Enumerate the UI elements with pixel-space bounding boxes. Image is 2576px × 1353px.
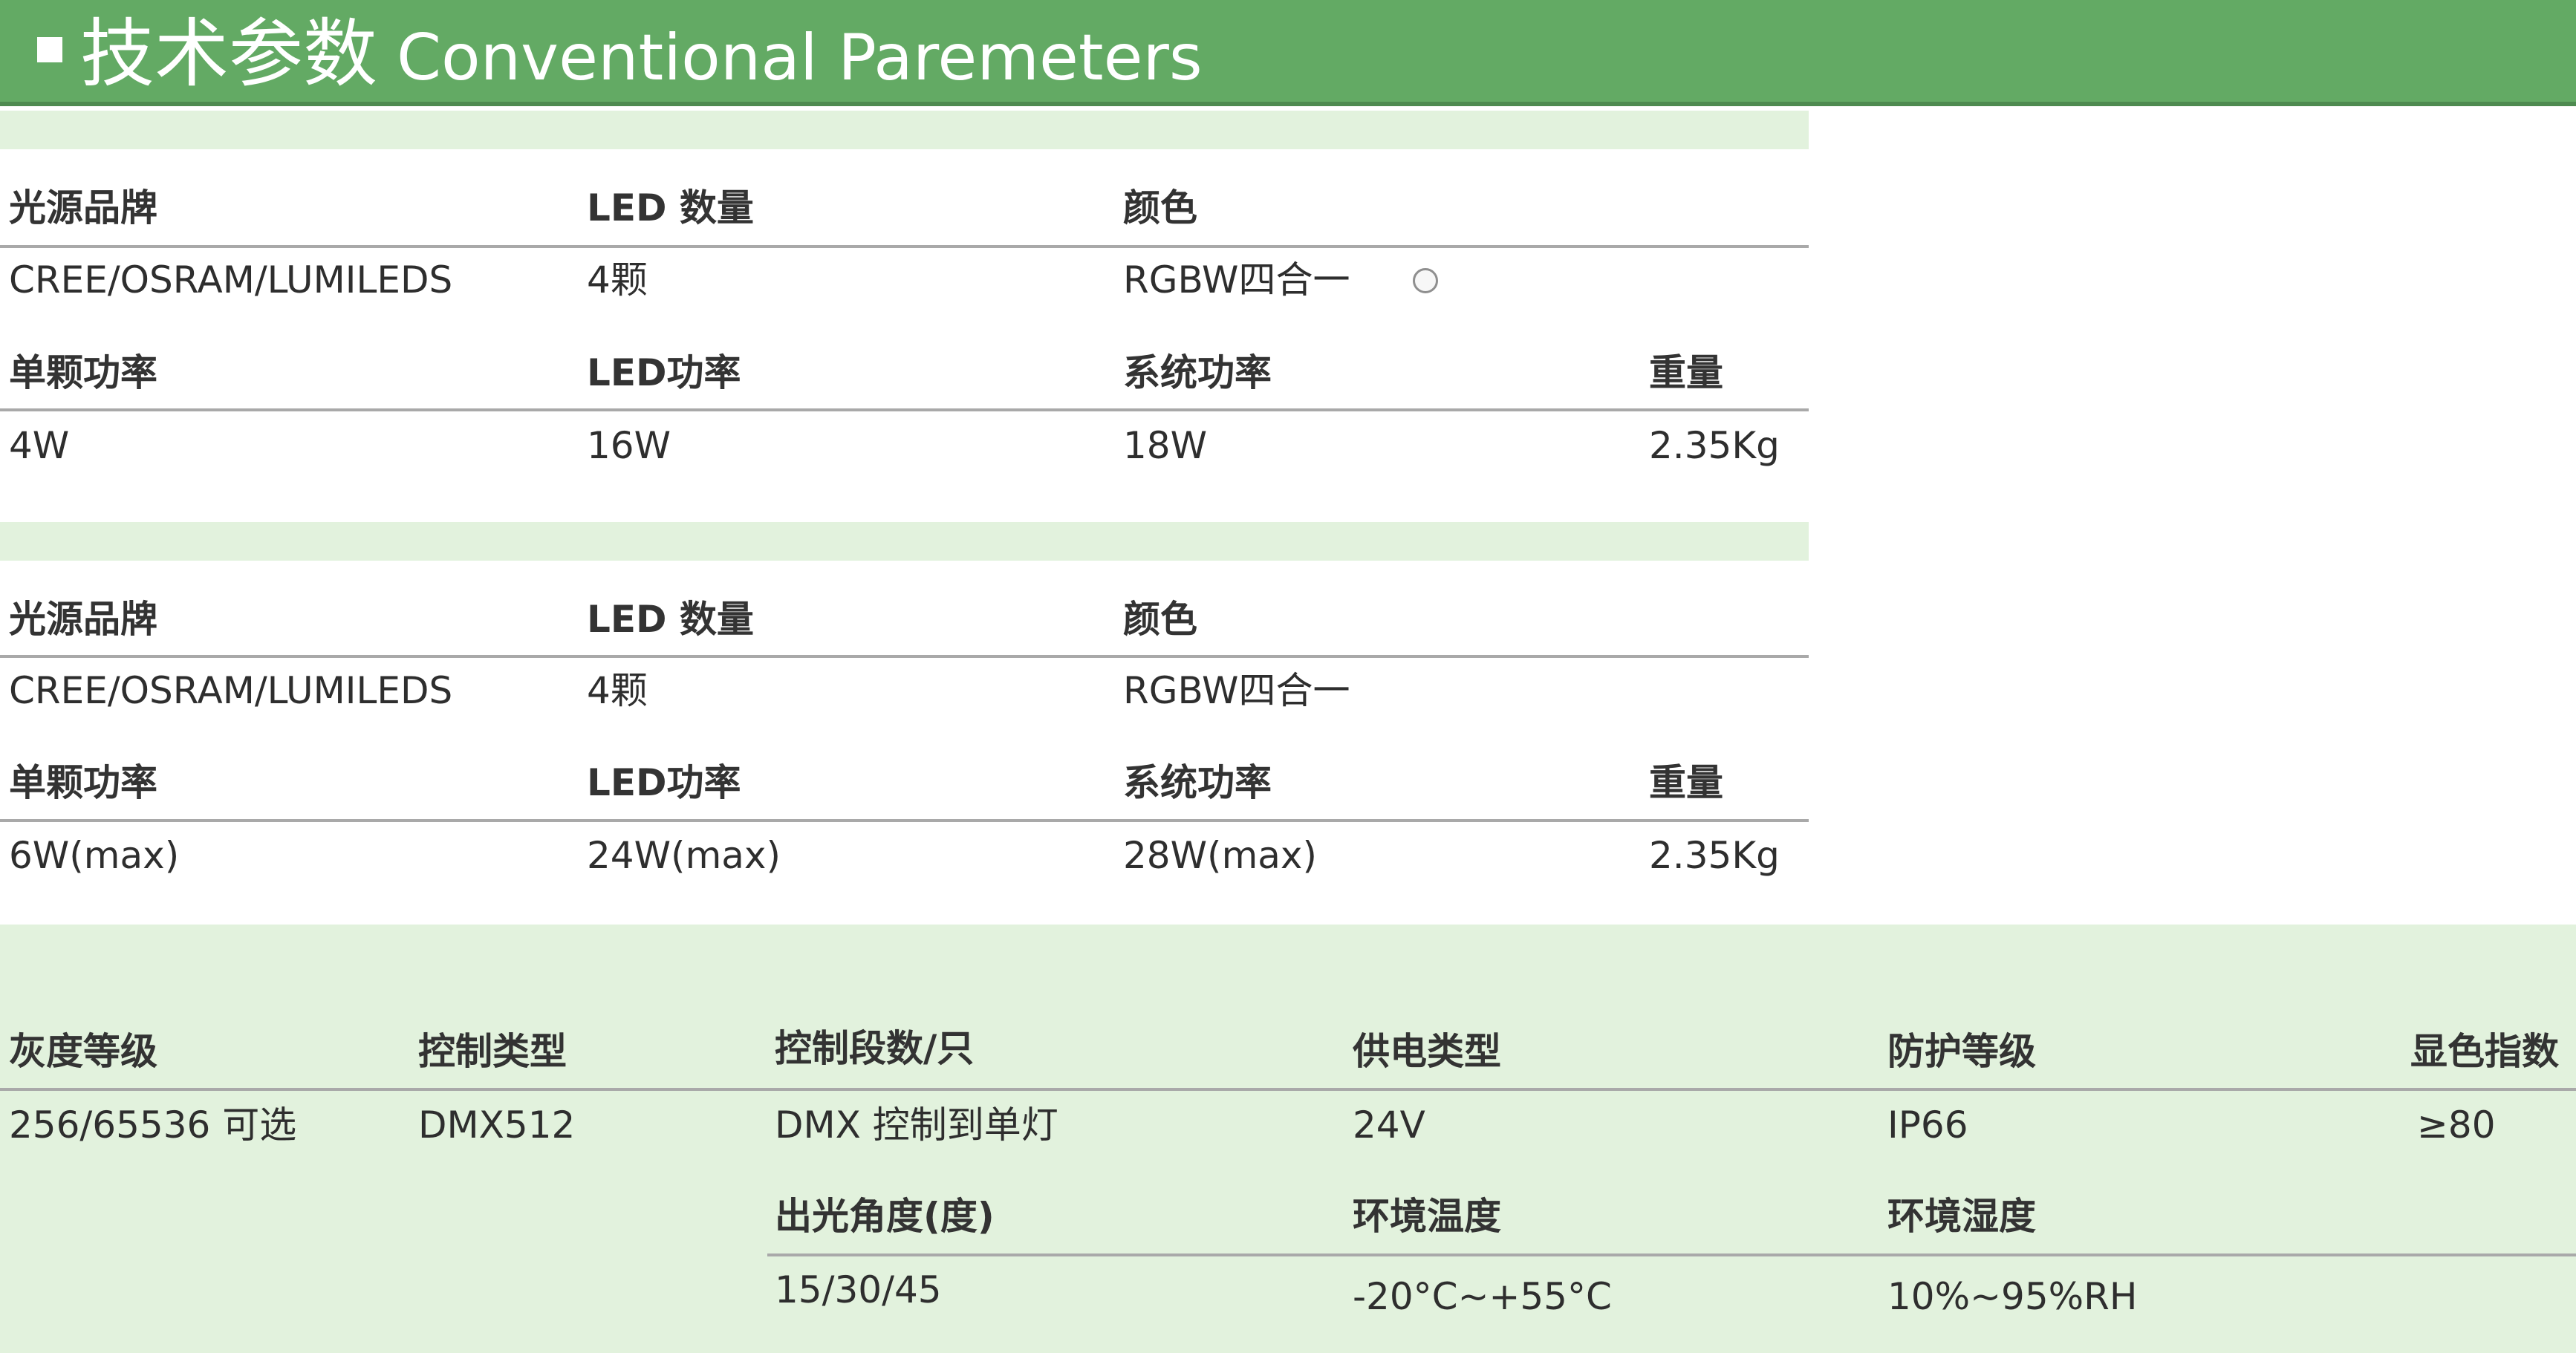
spec3-value-cri: ≥80 xyxy=(2417,1103,2496,1147)
color-radio-button[interactable] xyxy=(1413,268,1438,293)
spec3-header-grayscale: 灰度等级 xyxy=(9,1030,157,1073)
spec2-divider-2 xyxy=(0,819,1809,822)
spec3-value-control-segments: DMX 控制到单灯 xyxy=(775,1103,1058,1147)
spec1-value-led-count: 4颗 xyxy=(587,258,648,301)
spec2-band xyxy=(0,522,1809,561)
spec3-divider-1 xyxy=(0,1088,2576,1091)
spec1-header-system-power: 系统功率 xyxy=(1123,351,1272,394)
spec3-header-control-segments: 控制段数/只 xyxy=(775,1027,975,1070)
spec3-header-power-supply: 供电类型 xyxy=(1353,1030,1501,1073)
section-title-en: Conventional Paremeters xyxy=(397,21,1203,95)
spec2-divider-1 xyxy=(0,655,1809,658)
spec1-value-single-power: 4W xyxy=(9,424,70,467)
spec3-header-ambient-humidity: 环境湿度 xyxy=(1887,1195,2036,1238)
spec1-header-weight: 重量 xyxy=(1649,351,1723,394)
spec1-band xyxy=(0,111,1809,149)
spec1-value-led-power: 16W xyxy=(587,424,671,467)
spec1-value-brand: CREE/OSRAM/LUMILEDS xyxy=(9,258,453,301)
spec2-value-weight: 2.35Kg xyxy=(1649,834,1780,877)
spec3-value-protection: IP66 xyxy=(1887,1103,1968,1147)
spec2-header-single-power: 单颗功率 xyxy=(9,761,157,804)
spec3-header-protection: 防护等级 xyxy=(1887,1030,2036,1073)
spec2-value-brand: CREE/OSRAM/LUMILEDS xyxy=(9,669,453,712)
spec3-value-beam-angle: 15/30/45 xyxy=(775,1268,942,1311)
spec3-header-control-type: 控制类型 xyxy=(418,1030,567,1073)
section-title: 技术参数 Conventional Paremeters xyxy=(80,6,1203,102)
section-title-cn: 技术参数 xyxy=(80,10,377,97)
spec2-value-color: RGBW四合一 xyxy=(1123,669,1350,712)
spec1-divider-1 xyxy=(0,245,1809,248)
spec3-value-grayscale: 256/65536 可选 xyxy=(9,1103,297,1147)
spec1-header-color: 颜色 xyxy=(1123,186,1197,229)
spec1-value-system-power: 18W xyxy=(1123,424,1208,467)
spec1-value-color: RGBW四合一 xyxy=(1123,258,1350,301)
spec2-header-system-power: 系统功率 xyxy=(1123,761,1272,804)
spec3-divider-2 xyxy=(767,1253,2576,1256)
spec3-value-ambient-humidity: 10%~95%RH xyxy=(1887,1275,2138,1318)
spec3-header-ambient-temp: 环境温度 xyxy=(1353,1195,1501,1238)
spec3-panel xyxy=(0,925,2576,1353)
bullet-square-icon xyxy=(37,37,62,62)
spec2-header-weight: 重量 xyxy=(1649,761,1723,804)
spec3-header-beam-angle: 出光角度(度) xyxy=(775,1195,995,1238)
spec1-header-single-power: 单颗功率 xyxy=(9,351,157,394)
spec3-value-control-type: DMX512 xyxy=(418,1103,576,1147)
spec1-header-led-power: LED功率 xyxy=(587,351,741,394)
spec2-value-single-power: 6W(max) xyxy=(9,834,180,877)
spec3-header-cri: 显色指数 xyxy=(2410,1030,2559,1073)
spec2-header-color: 颜色 xyxy=(1123,598,1197,641)
spec2-value-led-count: 4颗 xyxy=(587,669,648,712)
spec3-value-ambient-temp: -20°C~+55°C xyxy=(1353,1275,1612,1318)
spec2-header-brand: 光源品牌 xyxy=(9,598,157,641)
spec1-divider-2 xyxy=(0,408,1809,411)
spec1-value-weight: 2.35Kg xyxy=(1649,424,1780,467)
spec1-header-brand: 光源品牌 xyxy=(9,186,157,229)
section-header: 技术参数 Conventional Paremeters xyxy=(0,0,2576,106)
spec2-value-system-power: 28W(max) xyxy=(1123,834,1318,877)
spec3-value-power-supply: 24V xyxy=(1353,1103,1425,1147)
spec2-header-led-count: LED 数量 xyxy=(587,598,754,641)
spec2-header-led-power: LED功率 xyxy=(587,761,741,804)
spec1-header-led-count: LED 数量 xyxy=(587,186,754,229)
spec2-value-led-power: 24W(max) xyxy=(587,834,781,877)
